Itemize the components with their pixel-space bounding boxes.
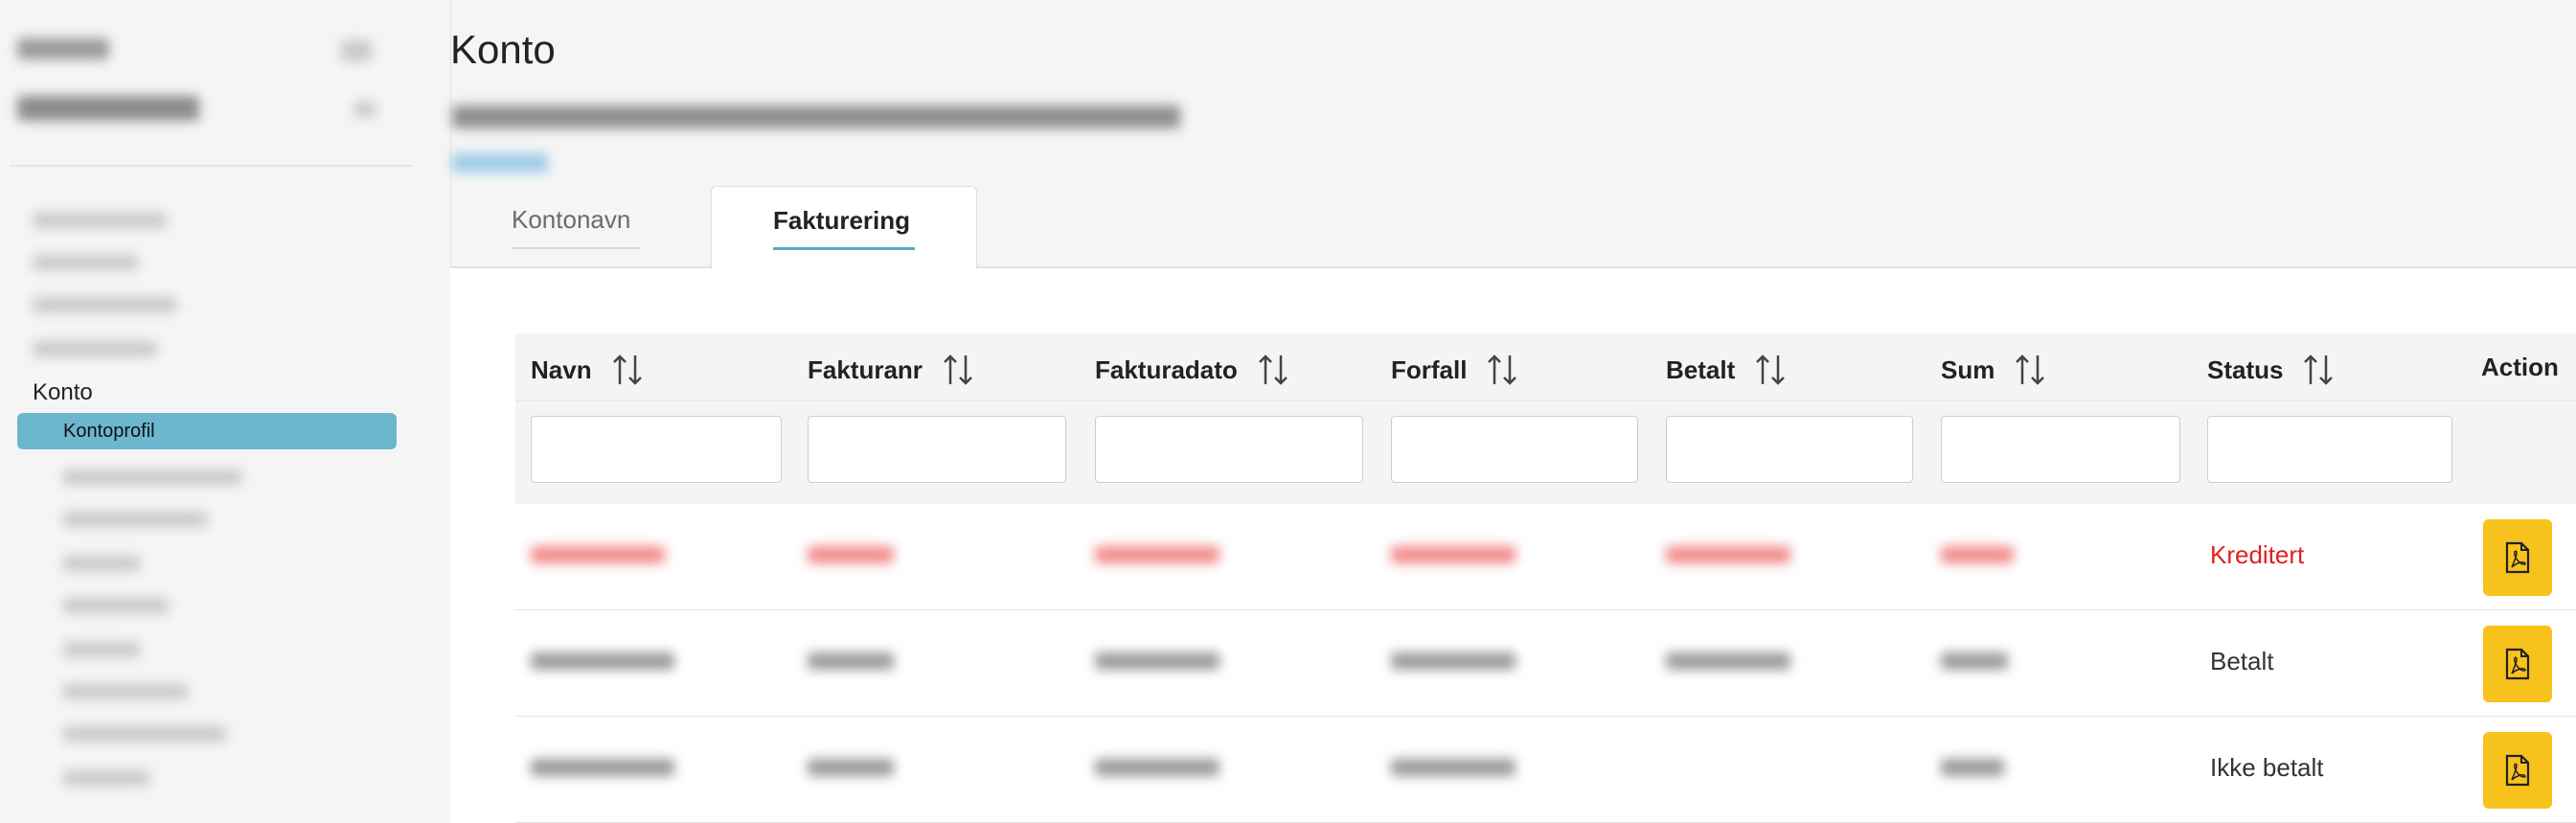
column-header-forfall[interactable]: Forfall	[1391, 353, 1518, 387]
page-description-link[interactable]	[452, 153, 548, 172]
filter-status-input[interactable]	[2207, 416, 2452, 483]
status-badge: Betalt	[2210, 647, 2274, 675]
filter-navn-input[interactable]	[531, 416, 782, 483]
sidebar-item-label: Kontoprofil	[63, 421, 155, 442]
cell-sum	[1941, 759, 2004, 776]
sidebar-item[interactable]	[33, 255, 138, 270]
column-label: Forfall	[1391, 354, 1468, 384]
cell-forfall	[1391, 759, 1516, 776]
sidebar-divider	[10, 165, 412, 167]
table-header: Navn Fakturanr Fakturadato Forfall Betal…	[515, 333, 2576, 504]
tab-active-underline	[773, 247, 915, 250]
cell-sum	[1941, 546, 2014, 563]
table-row: Betalt	[515, 610, 2576, 717]
download-pdf-button[interactable]	[2483, 732, 2552, 809]
billing-panel: Navn Fakturanr Fakturadato Forfall Betal…	[450, 268, 2576, 823]
pdf-file-icon	[2505, 541, 2530, 574]
column-header-navn[interactable]: Navn	[531, 353, 644, 387]
cell-betalt	[1666, 652, 1790, 670]
pdf-file-icon	[2505, 648, 2530, 680]
tab-label: Kontonavn	[512, 205, 631, 234]
status-badge: Kreditert	[2210, 540, 2305, 569]
tab-fakturering[interactable]: Fakturering	[711, 186, 977, 269]
cell-navn	[531, 652, 674, 670]
column-header-fakturadato[interactable]: Fakturadato	[1095, 353, 1289, 387]
sort-arrows-icon[interactable]	[2302, 353, 2335, 387]
column-label: Fakturadato	[1095, 354, 1238, 384]
sidebar-subitem[interactable]	[63, 770, 149, 786]
sidebar: Konto Kontoprofil	[0, 0, 451, 823]
cell-fakturanr	[808, 759, 894, 776]
table-row: Ikke betalt	[515, 717, 2576, 823]
column-header-status[interactable]: Status	[2207, 353, 2335, 387]
cell-navn	[531, 546, 665, 563]
column-label: Action	[2481, 353, 2559, 381]
download-pdf-button[interactable]	[2483, 626, 2552, 702]
filter-fakturadato-input[interactable]	[1095, 416, 1363, 483]
sidebar-user-toggle-icon[interactable]	[354, 102, 376, 117]
column-label: Betalt	[1666, 354, 1736, 384]
column-header-action: Action	[2481, 353, 2559, 382]
tab-underline	[512, 247, 640, 249]
sidebar-subitem[interactable]	[63, 598, 169, 613]
sidebar-item[interactable]	[33, 341, 157, 356]
filter-forfall-input[interactable]	[1391, 416, 1638, 483]
column-header-fakturanr[interactable]: Fakturanr	[808, 353, 974, 387]
cell-sum	[1941, 652, 2008, 670]
sort-arrows-icon[interactable]	[1754, 353, 1787, 387]
sidebar-subitem[interactable]	[63, 684, 188, 699]
column-label: Sum	[1941, 354, 1995, 384]
page-title: Konto	[450, 27, 556, 72]
table-row: Kreditert	[515, 504, 2576, 610]
column-header-betalt[interactable]: Betalt	[1666, 353, 1787, 387]
sidebar-item[interactable]	[33, 297, 176, 312]
cell-fakturadato	[1095, 759, 1220, 776]
column-header-sum[interactable]: Sum	[1941, 353, 2046, 387]
cell-betalt	[1666, 546, 1790, 563]
status-badge: Ikke betalt	[2210, 753, 2324, 782]
main-content: Konto Kontonavn Fakturering Navn Faktura…	[450, 0, 2576, 823]
filter-sum-input[interactable]	[1941, 416, 2180, 483]
cell-fakturanr	[808, 652, 894, 670]
sidebar-subitem[interactable]	[63, 642, 140, 657]
header-divider	[515, 400, 2576, 401]
cell-forfall	[1391, 546, 1516, 563]
tab-label: Fakturering	[773, 206, 911, 235]
sort-arrows-icon[interactable]	[611, 353, 644, 387]
sort-arrows-icon[interactable]	[1257, 353, 1289, 387]
sidebar-section-konto[interactable]: Konto	[33, 379, 93, 406]
sidebar-org-toggle-icon[interactable]	[341, 40, 372, 61]
sidebar-user-name	[17, 96, 199, 121]
tab-bar: Kontonavn Fakturering	[450, 186, 2576, 269]
sort-arrows-icon[interactable]	[2014, 353, 2046, 387]
cell-fakturadato	[1095, 652, 1220, 670]
column-label: Fakturanr	[808, 354, 923, 384]
cell-fakturadato	[1095, 546, 1220, 563]
filter-betalt-input[interactable]	[1666, 416, 1913, 483]
column-label: Status	[2207, 354, 2284, 384]
filter-fakturanr-input[interactable]	[808, 416, 1066, 483]
sidebar-subitem[interactable]	[63, 556, 140, 571]
sidebar-subitem[interactable]	[63, 469, 241, 485]
download-pdf-button[interactable]	[2483, 519, 2552, 596]
sort-arrows-icon[interactable]	[942, 353, 974, 387]
sort-arrows-icon[interactable]	[1486, 353, 1518, 387]
tab-kontonavn[interactable]: Kontonavn	[512, 186, 655, 268]
cell-fakturanr	[808, 546, 894, 563]
cell-navn	[531, 759, 674, 776]
column-label: Navn	[531, 354, 592, 384]
sidebar-item-kontoprofil[interactable]: Kontoprofil	[17, 413, 397, 449]
sidebar-subitem[interactable]	[63, 726, 226, 742]
cell-forfall	[1391, 652, 1516, 670]
sidebar-org-name	[17, 38, 109, 59]
pdf-file-icon	[2505, 754, 2530, 787]
sidebar-item[interactable]	[33, 213, 167, 228]
page-description	[452, 105, 1180, 128]
sidebar-subitem[interactable]	[63, 512, 207, 527]
